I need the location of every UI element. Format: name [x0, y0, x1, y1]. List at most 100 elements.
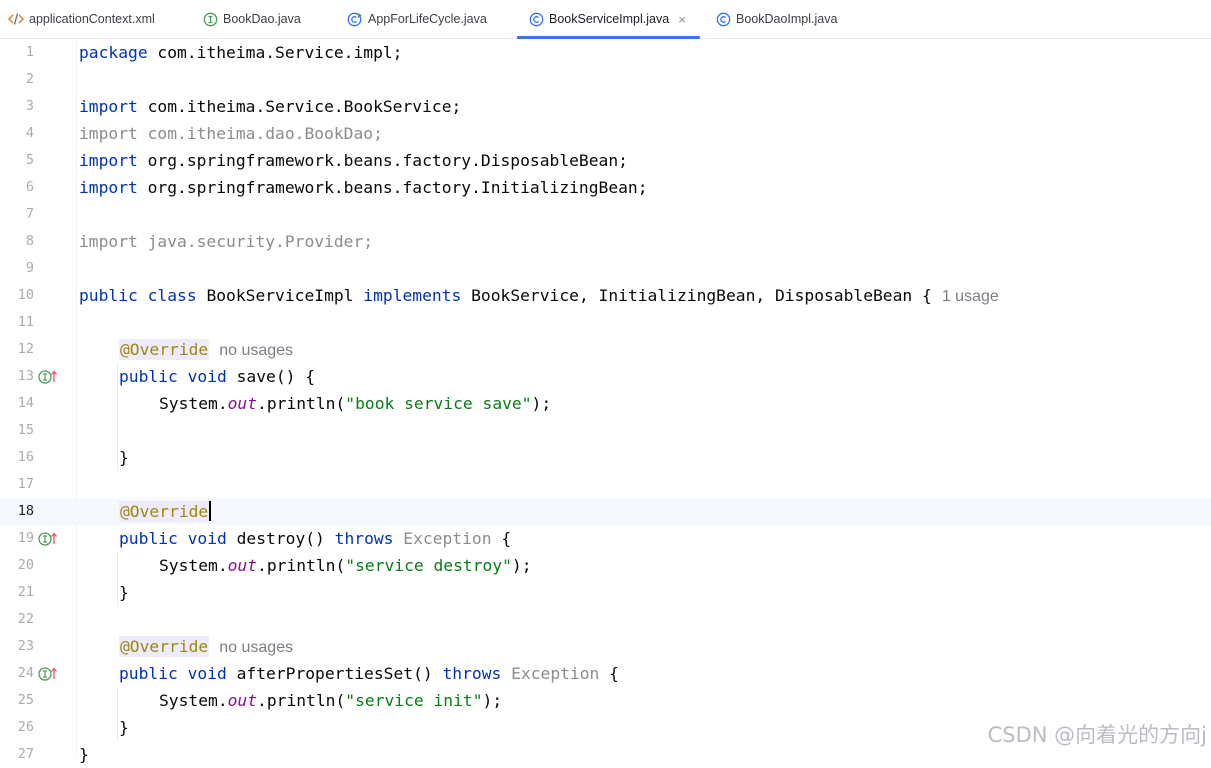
- code-text: System.out.println("book service save");: [159, 394, 552, 413]
- usage-hint[interactable]: 1 usage: [942, 288, 999, 305]
- code-text: import com.itheima.Service.BookService;: [79, 97, 462, 116]
- code-text: public void save() {: [119, 367, 316, 386]
- code-text: public class BookServiceImpl implements …: [79, 286, 999, 305]
- close-icon[interactable]: ×: [678, 12, 686, 27]
- code-line[interactable]: 5 import org.springframework.beans.facto…: [0, 147, 1211, 174]
- tab-application-context-xml[interactable]: applicationContext.xml: [8, 0, 155, 38]
- code-text: }: [119, 718, 129, 737]
- code-line[interactable]: 19 public void destroy() throws Exceptio…: [0, 525, 1211, 552]
- unused-import: import java.security.Provider;: [79, 232, 374, 251]
- tab-app-for-life-cycle-java[interactable]: AppForLifeCycle.java: [347, 0, 487, 38]
- code-text: import org.springframework.beans.factory…: [79, 178, 648, 197]
- line-number: 10: [17, 287, 34, 303]
- implements-method-icon[interactable]: [38, 532, 58, 546]
- code-text: @Override: [119, 498, 211, 525]
- line-number: 15: [17, 422, 34, 438]
- code-line[interactable]: 12 @Override no usages: [0, 336, 1211, 363]
- tab-book-dao-impl-java[interactable]: BookDaoImpl.java: [716, 0, 837, 38]
- override-annotation: @Override: [119, 501, 210, 522]
- line-number: 26: [17, 719, 34, 735]
- line-number: 18: [17, 503, 34, 519]
- code-line[interactable]: 7: [0, 201, 1211, 228]
- class-icon: [716, 12, 731, 26]
- line-number: 22: [17, 611, 34, 627]
- code-text: public void afterPropertiesSet() throws …: [119, 664, 619, 683]
- line-number: 7: [25, 206, 34, 222]
- current-code-line[interactable]: 18 @Override: [0, 498, 1211, 525]
- line-number: 12: [17, 341, 34, 357]
- runnable-class-icon: [347, 12, 362, 26]
- line-number: 20: [17, 557, 34, 573]
- code-line[interactable]: 8 import java.security.Provider;: [0, 228, 1211, 255]
- code-text: @Override no usages: [119, 336, 293, 364]
- code-line[interactable]: 11: [0, 309, 1211, 336]
- editor-tab-bar: applicationContext.xml BookDao.java AppF…: [0, 0, 1211, 39]
- code-line[interactable]: 2: [0, 66, 1211, 93]
- code-text: package com.itheima.Service.impl;: [79, 43, 403, 62]
- override-annotation: @Override: [119, 636, 210, 657]
- line-number: 23: [17, 638, 34, 654]
- line-number: 5: [25, 152, 34, 168]
- implements-method-icon[interactable]: [38, 370, 58, 384]
- unused-import: import com.itheima.dao.BookDao;: [79, 124, 383, 143]
- code-text: }: [119, 448, 129, 467]
- code-line[interactable]: 17: [0, 471, 1211, 498]
- tab-book-dao-java[interactable]: BookDao.java: [203, 0, 301, 38]
- line-number: 14: [17, 395, 34, 411]
- code-line[interactable]: 21 }: [0, 579, 1211, 606]
- line-number: 27: [17, 746, 34, 762]
- code-line[interactable]: 16 }: [0, 444, 1211, 471]
- text-caret: [209, 501, 211, 521]
- tab-label: BookServiceImpl.java: [549, 12, 670, 26]
- line-number: 24: [17, 665, 34, 681]
- tab-label: applicationContext.xml: [29, 12, 155, 26]
- code-line[interactable]: 4 import com.itheima.dao.BookDao;: [0, 120, 1211, 147]
- code-line[interactable]: 1 package com.itheima.Service.impl;: [0, 39, 1211, 66]
- code-text: }: [79, 745, 89, 764]
- code-editor[interactable]: 1 package com.itheima.Service.impl; 2 3 …: [0, 39, 1211, 764]
- line-number: 6: [25, 179, 34, 195]
- class-icon: [529, 12, 544, 26]
- code-line[interactable]: 24 public void afterPropertiesSet() thro…: [0, 660, 1211, 687]
- code-line[interactable]: 13 public void save() {: [0, 363, 1211, 390]
- usage-hint[interactable]: no usages: [219, 639, 293, 656]
- interface-icon: [203, 12, 218, 26]
- code-line[interactable]: 22: [0, 606, 1211, 633]
- code-line[interactable]: 6 import org.springframework.beans.facto…: [0, 174, 1211, 201]
- line-number: 4: [25, 125, 34, 141]
- code-line[interactable]: 9: [0, 255, 1211, 282]
- tab-label: BookDao.java: [223, 12, 301, 26]
- override-annotation: @Override: [119, 339, 210, 360]
- watermark: CSDN @向着光的方向j: [987, 723, 1207, 747]
- code-line[interactable]: 15: [0, 417, 1211, 444]
- usage-hint[interactable]: no usages: [219, 342, 293, 359]
- code-line[interactable]: 23 @Override no usages: [0, 633, 1211, 660]
- code-line[interactable]: 14 System.out.println("book service save…: [0, 390, 1211, 417]
- code-text: public void destroy() throws Exception {: [119, 529, 512, 548]
- code-text: import org.springframework.beans.factory…: [79, 151, 628, 170]
- code-line[interactable]: 20 System.out.println("service destroy")…: [0, 552, 1211, 579]
- line-number: 3: [25, 98, 34, 114]
- line-number: 13: [17, 368, 34, 384]
- line-number: 19: [17, 530, 34, 546]
- tab-label: BookDaoImpl.java: [736, 12, 838, 26]
- line-number: 25: [17, 692, 34, 708]
- line-number: 2: [25, 71, 34, 87]
- code-text: System.out.println("service destroy");: [159, 556, 532, 575]
- code-text: @Override no usages: [119, 633, 293, 661]
- line-number: 8: [25, 233, 34, 249]
- line-number: 16: [17, 449, 34, 465]
- code-line[interactable]: 25 System.out.println("service init");: [0, 687, 1211, 714]
- code-line[interactable]: 10 public class BookServiceImpl implemen…: [0, 282, 1211, 309]
- tab-book-service-impl-java[interactable]: BookServiceImpl.java ×: [517, 0, 700, 39]
- line-number: 17: [17, 476, 34, 492]
- line-number: 11: [17, 314, 34, 330]
- line-number: 9: [25, 260, 34, 276]
- implements-method-icon[interactable]: [38, 667, 58, 681]
- code-text: System.out.println("service init");: [159, 691, 503, 710]
- tab-label: AppForLifeCycle.java: [368, 12, 487, 26]
- code-line[interactable]: 3 import com.itheima.Service.BookService…: [0, 93, 1211, 120]
- line-number: 1: [25, 44, 34, 60]
- code-text: }: [119, 583, 129, 602]
- line-number: 21: [17, 584, 34, 600]
